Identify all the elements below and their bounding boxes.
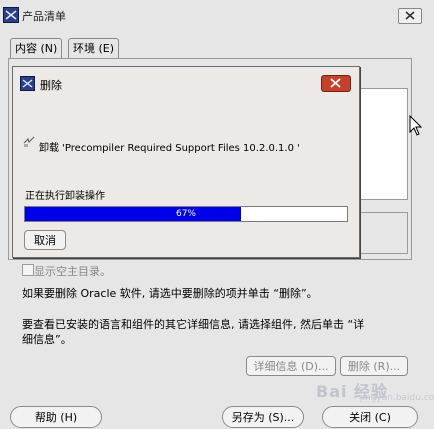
window-title: 产品清单 (22, 10, 66, 23)
cancel-button[interactable]: 取消 (24, 230, 66, 250)
operation-status-label: 正在执行卸装操作 (25, 191, 105, 202)
main-titlebar: 产品清单 (0, 0, 434, 28)
watermark-url: jingyan.baidu.com (360, 393, 434, 403)
close-icon (405, 11, 415, 20)
uninstall-message: 卸载 'Precompiler Required Support Files 1… (39, 143, 300, 154)
help-button[interactable]: 帮助 (H) (10, 406, 102, 428)
show-empty-homes-label: 显示空主目录。 (34, 265, 111, 278)
dialog-title: 删除 (40, 79, 62, 92)
tab-contents[interactable]: 内容 (N) (10, 38, 63, 59)
remove-instructions: 如果要删除 Oracle 软件, 请选中要删除的项并单击 “删除”。 (22, 287, 318, 300)
close-button[interactable]: 关闭 (C) (322, 406, 418, 428)
mouse-cursor-icon (409, 115, 422, 136)
progress-bar: 67% (24, 206, 348, 222)
save-as-button[interactable]: 另存为 (S)... (222, 406, 304, 428)
dialog-titlebar: 删除 (13, 67, 359, 99)
uninstall-icon (23, 136, 35, 147)
window-close-button[interactable] (398, 8, 422, 24)
oracle-app-icon (3, 7, 19, 23)
remove-dialog: 删除 卸载 'Precompiler Required Support File… (12, 66, 360, 258)
dialog-close-button[interactable] (321, 75, 351, 92)
details-button[interactable]: 详细信息 (D)... (246, 356, 336, 376)
progress-percent: 67% (175, 209, 196, 219)
show-empty-homes-checkbox[interactable] (22, 264, 34, 276)
oracle-app-icon (20, 76, 35, 91)
remove-button[interactable]: 删除 (R)... (340, 356, 408, 376)
tab-environment[interactable]: 环境 (E) (68, 38, 120, 59)
close-icon (330, 78, 341, 88)
details-instructions-cont: 细信息”。 (22, 333, 72, 346)
